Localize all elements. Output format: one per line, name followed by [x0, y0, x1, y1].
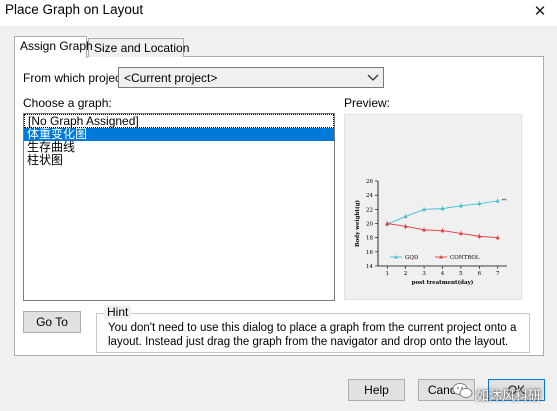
- dialog-body: Assign Graph Size and Location From whic…: [0, 26, 557, 411]
- y-tick-label: 14: [366, 264, 373, 270]
- x-tick-label: 7: [496, 271, 500, 277]
- y-axis-label: Body weight(g): [354, 200, 361, 247]
- preview-chart: 14 16 18 20 22 24 26 1 2 3 4 5 6 7 post treatment(day)…: [354, 179, 507, 286]
- x-tick-label: 3: [422, 271, 426, 277]
- series-line-gqd: [387, 200, 498, 225]
- tab-assign-graph[interactable]: Assign Graph: [14, 36, 93, 58]
- legend-label-control: CONTROL: [450, 255, 480, 261]
- choose-graph-label: Choose a graph:: [23, 96, 112, 110]
- x-tick-label: 5: [459, 271, 463, 277]
- x-tick-label: 6: [478, 271, 482, 277]
- project-label: From which project:: [23, 71, 128, 85]
- project-select[interactable]: <Current project>: [118, 67, 384, 88]
- graph-preview: 14 16 18 20 22 24 26 1 2 3 4 5 6 7 post treatment(day)…: [344, 114, 522, 300]
- help-button[interactable]: Help: [348, 379, 405, 401]
- y-tick-label: 22: [366, 207, 373, 213]
- data-point-gqd: [495, 198, 500, 203]
- x-axis-label: post treatment(day): [412, 279, 474, 286]
- y-tick-label: 16: [366, 250, 373, 256]
- title-bar: Place Graph on Layout ✕: [0, 0, 557, 26]
- close-icon[interactable]: ✕: [529, 0, 551, 24]
- x-tick-label: 1: [385, 271, 389, 277]
- graph-listbox[interactable]: [No Graph Assigned] 体重变化图 生存曲线 柱状图: [23, 113, 335, 301]
- list-item-no-graph[interactable]: [No Graph Assigned]: [24, 114, 334, 128]
- chevron-down-icon: [367, 74, 379, 81]
- project-select-value: <Current project>: [124, 71, 218, 85]
- list-item-bar-chart[interactable]: 柱状图: [24, 154, 334, 167]
- y-tick-label: 18: [366, 236, 373, 242]
- x-tick-label: 4: [441, 271, 445, 277]
- y-tick-label: 24: [366, 193, 373, 199]
- y-tick-label: 20: [366, 222, 373, 228]
- window-title: Place Graph on Layout: [5, 2, 144, 17]
- cancel-button[interactable]: Cancel: [418, 379, 475, 401]
- ok-button[interactable]: OK: [488, 379, 545, 401]
- y-tick-label: 26: [366, 179, 373, 185]
- x-tick-label: 2: [404, 271, 408, 277]
- preview-label: Preview:: [344, 96, 391, 110]
- tab-size-and-location[interactable]: Size and Location: [88, 38, 189, 57]
- hint-text: You don't need to use this dialog to pla…: [108, 322, 517, 348]
- significance-label: **: [502, 198, 507, 204]
- goto-button[interactable]: Go To: [23, 311, 81, 333]
- hint-title: Hint: [104, 305, 132, 319]
- legend-label-gqd: GQD: [405, 255, 419, 261]
- list-item-survival-curve[interactable]: 生存曲线: [24, 141, 334, 154]
